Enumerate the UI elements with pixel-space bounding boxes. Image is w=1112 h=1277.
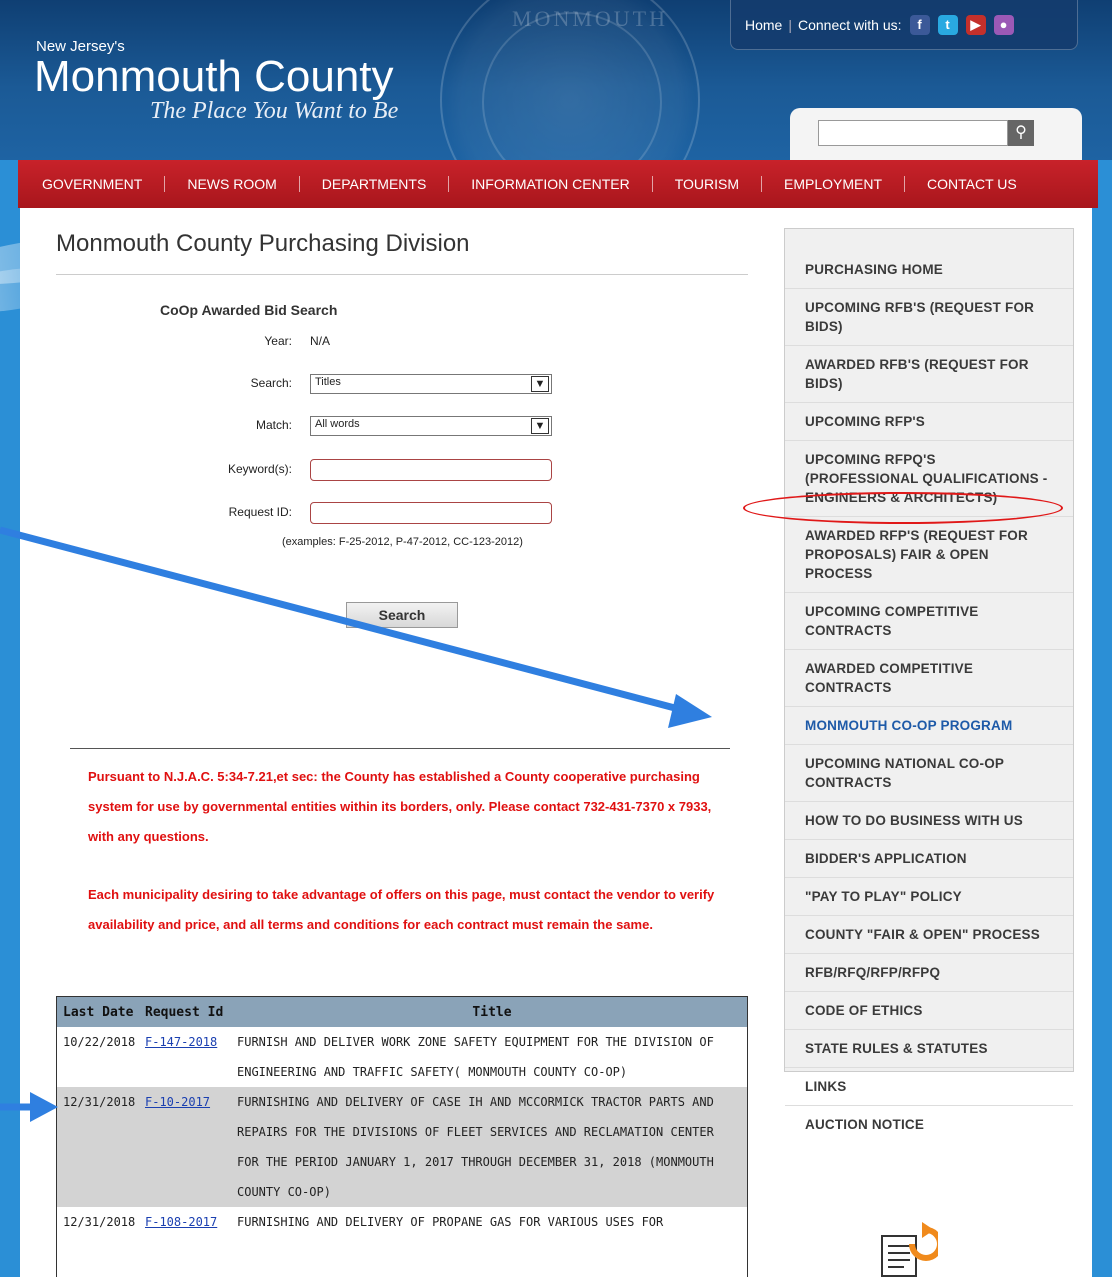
document-refresh-icon[interactable] bbox=[878, 1222, 938, 1277]
search-label: Search: bbox=[250, 376, 292, 390]
logo-tagline: The Place You Want to Be bbox=[150, 98, 399, 124]
sidebar-item-links[interactable]: LINKS bbox=[785, 1067, 1073, 1105]
sidebar-item-bidder-s-application[interactable]: BIDDER'S APPLICATION bbox=[785, 839, 1073, 877]
table-row: 12/31/2018 F-108-2017 FURNISHING AND DELIV… bbox=[57, 1207, 747, 1237]
notice-divider bbox=[70, 748, 730, 749]
sidebar-item-awarded-rfb-s-request-for-bids[interactable]: AWARDED RFB'S (REQUEST FOR BIDS) bbox=[785, 345, 1073, 402]
row-title: FURNISHING AND DELIVERY OF CASE IH AND M… bbox=[237, 1095, 714, 1199]
row-title: FURNISH AND DELIVER WORK ZONE SAFETY EQU… bbox=[237, 1035, 714, 1079]
table-header: Last Date Request Id Title bbox=[57, 997, 747, 1027]
row-request-id: F-108-2017 bbox=[145, 1207, 237, 1237]
site-header: COUNTY OF MONMOUTH New Jersey's Monmouth… bbox=[0, 0, 1112, 230]
sidebar-item-pay-to-play-policy[interactable]: "PAY TO PLAY" POLICY bbox=[785, 877, 1073, 915]
nav-item-employment[interactable]: EMPLOYMENT bbox=[762, 176, 906, 192]
logo-county-name[interactable]: Monmouth County bbox=[34, 52, 394, 102]
sidebar-item-upcoming-rfp-s[interactable]: UPCOMING RFP'S bbox=[785, 402, 1073, 440]
highlight-oval bbox=[743, 492, 1063, 524]
row-request-id: F-10-2017 bbox=[145, 1087, 237, 1207]
row-title: FURNISHING AND DELIVERY OF PROPANE GAS F… bbox=[237, 1215, 664, 1229]
table-row: 12/31/2018 F-10-2017 FURNISHING AND DELIVE… bbox=[57, 1087, 747, 1207]
page-content: Monmouth County Purchasing Division CoOp… bbox=[20, 208, 1092, 1277]
top-links-bar: Home | Connect with us: f t ▶ ● bbox=[730, 0, 1078, 50]
site-search-input[interactable] bbox=[818, 120, 1008, 146]
nav-item-tourism[interactable]: TOURISM bbox=[653, 176, 763, 192]
municipality-notice-paragraph: Each municipality desiring to take advan… bbox=[88, 887, 715, 932]
header-title: Title bbox=[472, 1004, 512, 1020]
match-select[interactable]: All words ▼ bbox=[310, 416, 552, 436]
site-search: ⚲ bbox=[790, 108, 1082, 160]
twitter-icon[interactable]: t bbox=[937, 14, 958, 35]
nav-item-news-room[interactable]: NEWS ROOM bbox=[165, 176, 300, 192]
nav-item-government[interactable]: GOVERNMENT bbox=[18, 176, 166, 192]
sidebar-item-awarded-rfp-s-request-for-proposals-fair-open-process[interactable]: AWARDED RFP'S (REQUEST FOR PROPOSALS) FA… bbox=[785, 516, 1073, 592]
main-nav: GOVERNMENT NEWS ROOM DEPARTMENTS INFORMATIO… bbox=[18, 160, 1098, 208]
nav-item-information-center[interactable]: INFORMATION CENTER bbox=[449, 176, 653, 192]
table-row: 10/22/2018 F-147-2018 FURNISH AND DELIVER … bbox=[57, 1027, 747, 1087]
request-id-examples: (examples: F-25-2012, P-47-2012, CC-123-… bbox=[282, 536, 523, 548]
match-value: All words bbox=[315, 418, 360, 430]
request-id-label: Request ID: bbox=[228, 505, 292, 519]
match-label: Match: bbox=[255, 418, 292, 432]
form-heading: CoOp Awarded Bid Search bbox=[160, 302, 338, 318]
youtube-icon[interactable]: ▶ bbox=[965, 14, 986, 35]
sidebar-item-auction-notice[interactable]: AUCTION NOTICE bbox=[785, 1105, 1073, 1143]
sidebar-item-rfb-rfq-rfp-rfpq[interactable]: RFB/RFQ/RFP/RFPQ bbox=[785, 953, 1073, 991]
sidebar-item-how-to-do-business-with-us[interactable]: HOW TO DO BUSINESS WITH US bbox=[785, 801, 1073, 839]
nav-item-departments[interactable]: DEPARTMENTS bbox=[300, 176, 450, 192]
coop-notice-paragraph: Pursuant to N.J.A.C. 5:34-7.21,et sec: t… bbox=[88, 769, 712, 844]
keywords-label: Keyword(s): bbox=[227, 462, 292, 476]
flickr-icon[interactable]: ● bbox=[993, 14, 1014, 35]
sidebar-item-upcoming-rfb-s-request-for-bids[interactable]: UPCOMING RFB'S (REQUEST FOR BIDS) bbox=[785, 288, 1073, 345]
request-id-link[interactable]: F-10-2017 bbox=[145, 1095, 210, 1109]
sidebar-item-upcoming-national-co-op-contracts[interactable]: UPCOMING NATIONAL CO-OP CONTRACTS bbox=[785, 744, 1073, 801]
request-id-input[interactable] bbox=[310, 502, 552, 524]
sidebar-item-code-of-ethics[interactable]: CODE OF ETHICS bbox=[785, 991, 1073, 1029]
sidebar-item-purchasing-home[interactable]: PURCHASING HOME bbox=[785, 251, 1073, 288]
header-last-date: Last Date bbox=[63, 1004, 134, 1020]
sidebar-item-state-rules-statutes[interactable]: STATE RULES & STATUTES bbox=[785, 1029, 1073, 1067]
row-last-date: 12/31/2018 bbox=[63, 1215, 136, 1229]
sidebar-item-awarded-competitive-contracts[interactable]: AWARDED COMPETITIVE CONTRACTS bbox=[785, 649, 1073, 706]
home-link[interactable]: Home bbox=[745, 17, 782, 33]
chevron-down-icon[interactable]: ▼ bbox=[531, 376, 549, 392]
search-field-value: Titles bbox=[315, 376, 341, 388]
awarded-bids-table: Last Date Request Id Title 10/22/2018 F-1… bbox=[56, 996, 748, 1277]
nav-item-contact-us[interactable]: CONTACT US bbox=[905, 176, 1039, 192]
keywords-input[interactable] bbox=[310, 459, 552, 481]
search-icon[interactable]: ⚲ bbox=[1008, 120, 1034, 146]
connect-label: Connect with us: bbox=[798, 16, 902, 33]
search-button[interactable]: Search bbox=[346, 602, 458, 628]
facebook-icon[interactable]: f bbox=[909, 14, 930, 35]
row-last-date: 12/31/2018 bbox=[63, 1095, 136, 1109]
coop-search-form: CoOp Awarded Bid Search Year: N/A Search… bbox=[20, 208, 760, 648]
sidebar-item-county-fair-open-process[interactable]: COUNTY "FAIR & OPEN" PROCESS bbox=[785, 915, 1073, 953]
row-last-date: 10/22/2018 bbox=[63, 1035, 136, 1049]
sidebar-item-upcoming-competitive-contracts[interactable]: UPCOMING COMPETITIVE CONTRACTS bbox=[785, 592, 1073, 649]
request-id-link[interactable]: F-147-2018 bbox=[145, 1035, 217, 1049]
sidebar-item-monmouth-co-op-program[interactable]: MONMOUTH CO-OP PROGRAM bbox=[785, 706, 1073, 744]
purchasing-sidebar: PURCHASING HOME UPCOMING RFB'S (REQUEST F… bbox=[784, 228, 1074, 1132]
row-request-id: F-147-2018 bbox=[145, 1027, 237, 1087]
seal-text: COUNTY OF MONMOUTH bbox=[512, 0, 668, 31]
year-label: Year: bbox=[264, 334, 292, 348]
request-id-link[interactable]: F-108-2017 bbox=[145, 1215, 217, 1229]
chevron-down-icon[interactable]: ▼ bbox=[531, 418, 549, 434]
separator: | bbox=[788, 16, 792, 33]
header-request-id: Request Id bbox=[145, 1004, 224, 1020]
year-value: N/A bbox=[310, 334, 331, 348]
search-field-select[interactable]: Titles ▼ bbox=[310, 374, 552, 394]
